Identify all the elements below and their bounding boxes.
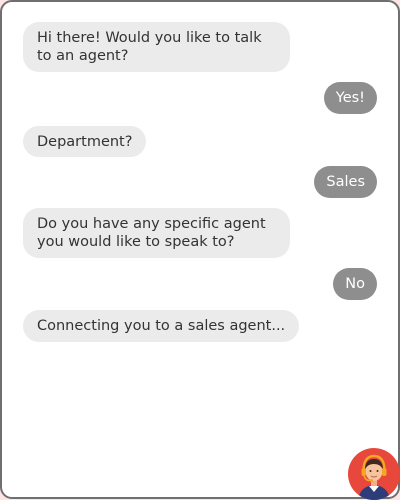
chat-window: Hi there! Would you like to talk to an a… <box>0 0 400 499</box>
bot-message: Department? <box>23 126 147 157</box>
bot-message: Connecting you to a sales agent... <box>23 310 300 342</box>
user-message: Yes! <box>323 82 377 114</box>
message-list: Hi there! Would you like to talk to an a… <box>2 2 398 442</box>
agent-avatar-button[interactable] <box>348 448 400 500</box>
bot-message: Do you have any specific agent you would… <box>23 208 290 258</box>
support-agent-icon <box>358 454 390 500</box>
bot-message: Hi there! Would you like to talk to an a… <box>23 22 290 72</box>
user-message: Sales <box>314 166 377 198</box>
user-message: No <box>333 268 377 300</box>
